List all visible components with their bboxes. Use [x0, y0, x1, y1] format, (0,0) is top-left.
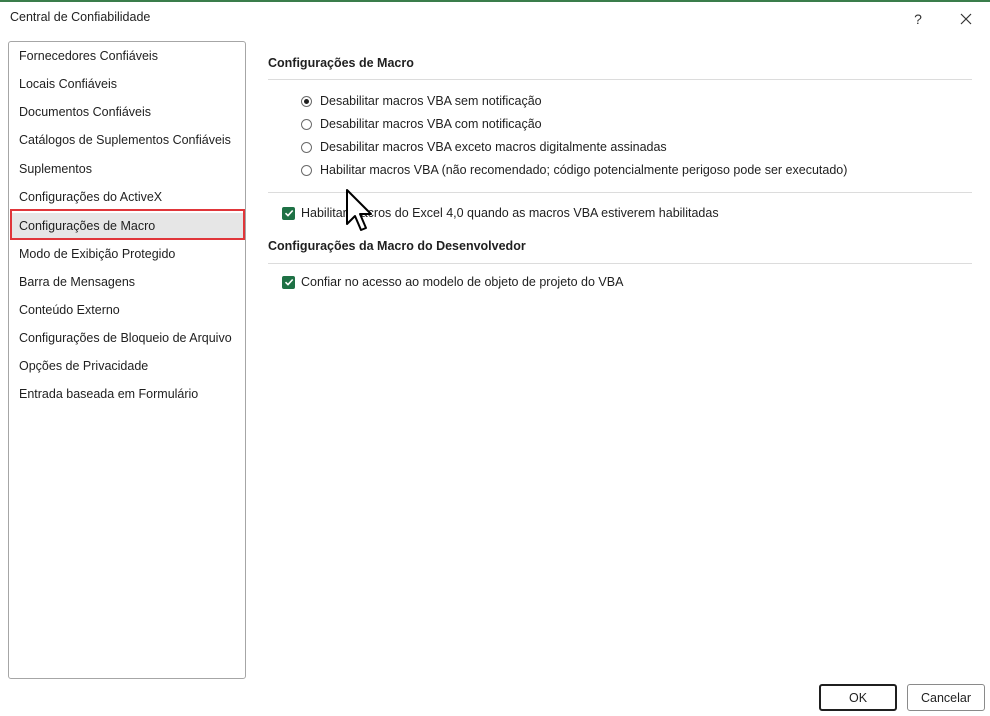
radio-button[interactable] — [301, 118, 312, 130]
sidebar-item-modo-protegido[interactable]: Modo de Exibição Protegido — [10, 241, 244, 267]
section-divider — [268, 192, 972, 193]
radio-disable-no-notification[interactable]: Desabilitar macros VBA sem notificação — [301, 94, 542, 108]
section-divider — [268, 263, 972, 264]
section-divider — [268, 79, 972, 80]
sidebar-item-catalogos-suplementos[interactable]: Catálogos de Suplementos Confiáveis — [10, 127, 244, 153]
checkbox-checked[interactable] — [282, 275, 295, 289]
close-button[interactable] — [952, 6, 980, 32]
close-icon — [960, 13, 972, 25]
sidebar-item-locais-confiaveis[interactable]: Locais Confiáveis — [10, 71, 244, 97]
radio-disable-except-signed[interactable]: Desabilitar macros VBA exceto macros dig… — [301, 140, 667, 154]
macro-settings-title: Configurações de Macro — [268, 56, 414, 70]
radio-button[interactable] — [301, 164, 312, 176]
developer-settings-title: Configurações da Macro do Desenvolvedor — [268, 239, 526, 253]
sidebar-item-privacidade[interactable]: Opções de Privacidade — [10, 353, 244, 379]
category-sidebar: Fornecedores Confiáveis Locais Confiávei… — [8, 41, 246, 679]
sidebar-item-macro[interactable]: Configurações de Macro — [10, 213, 244, 239]
sidebar-item-fornecedores-confiaveis[interactable]: Fornecedores Confiáveis — [10, 43, 244, 69]
checkmark-icon — [284, 209, 293, 217]
radio-disable-with-notification[interactable]: Desabilitar macros VBA com notificação — [301, 117, 542, 131]
checkbox-label: Confiar no acesso ao modelo de objeto de… — [301, 275, 624, 289]
help-button[interactable]: ? — [904, 6, 932, 32]
sidebar-item-formulario[interactable]: Entrada baseada em Formulário — [10, 381, 244, 407]
checkbox-label: Habilitar macros do Excel 4,0 quando as … — [301, 206, 719, 220]
radio-enable-all[interactable]: Habilitar macros VBA (não recomendado; c… — [301, 163, 847, 177]
checkmark-icon — [284, 278, 293, 286]
window-title: Central de Confiabilidade — [10, 10, 151, 24]
radio-button[interactable] — [301, 141, 312, 153]
sidebar-item-conteudo-externo[interactable]: Conteúdo Externo — [10, 297, 244, 323]
radio-button-checked[interactable] — [301, 95, 312, 107]
checkbox-vba-trust[interactable]: Confiar no acesso ao modelo de objeto de… — [282, 275, 623, 289]
radio-label: Desabilitar macros VBA exceto macros dig… — [320, 140, 667, 154]
sidebar-item-suplementos[interactable]: Suplementos — [10, 156, 244, 182]
checkbox-checked[interactable] — [282, 206, 295, 220]
sidebar-item-bloqueio-arquivo[interactable]: Configurações de Bloqueio de Arquivo — [10, 325, 244, 351]
sidebar-item-documentos-confiaveis[interactable]: Documentos Confiáveis — [10, 99, 244, 125]
ok-button[interactable]: OK — [819, 684, 897, 711]
sidebar-item-activex[interactable]: Configurações do ActiveX — [10, 184, 244, 210]
radio-label: Habilitar macros VBA (não recomendado; c… — [320, 163, 848, 177]
sidebar-item-barra-mensagens[interactable]: Barra de Mensagens — [10, 269, 244, 295]
title-bar: Central de Confiabilidade ? — [0, 2, 990, 34]
checkbox-excel4-macros[interactable]: Habilitar macros do Excel 4,0 quando as … — [282, 206, 719, 220]
radio-label: Desabilitar macros VBA com notificação — [320, 117, 542, 131]
radio-label: Desabilitar macros VBA sem notificação — [320, 94, 542, 108]
cancel-button[interactable]: Cancelar — [907, 684, 985, 711]
